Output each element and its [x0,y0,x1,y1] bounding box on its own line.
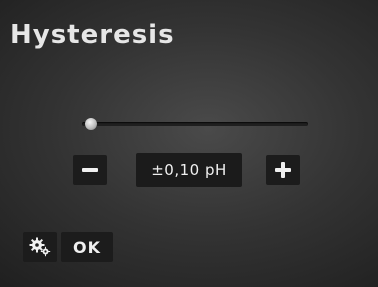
ok-button[interactable]: OK [61,232,113,262]
slider-handle[interactable] [85,118,98,130]
settings-button[interactable] [23,232,57,262]
minus-icon [82,168,98,172]
page-title: Hysteresis [10,20,175,50]
slider-track[interactable] [82,122,308,126]
plus-icon [266,155,300,185]
hysteresis-value-display: ±0,10 pH [136,153,242,187]
decrease-button[interactable] [73,155,107,185]
hysteresis-screen: Hysteresis ±0,10 pH OK [0,0,378,287]
gears-icon [29,237,51,257]
hysteresis-value: ±0,10 pH [151,161,227,179]
increase-button[interactable] [266,155,300,185]
hysteresis-slider[interactable] [78,117,308,131]
ok-label: OK [73,237,101,257]
